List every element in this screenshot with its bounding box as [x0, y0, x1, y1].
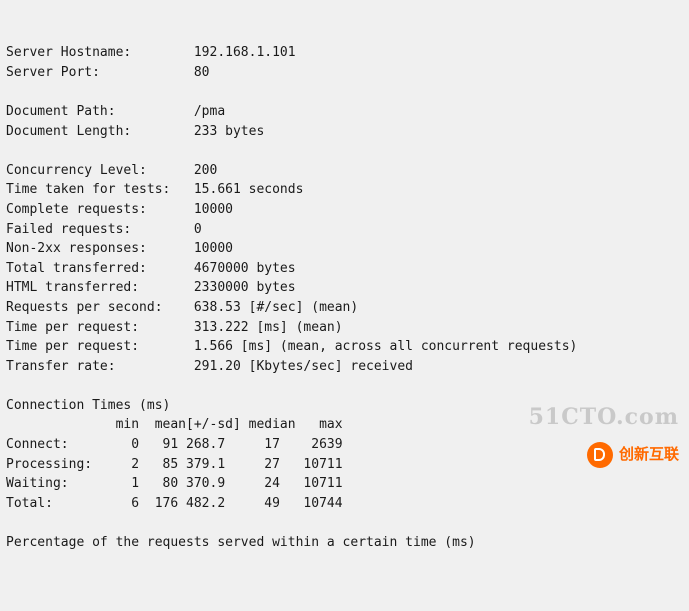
terminal-line: Connection Times (ms): [6, 397, 171, 413]
terminal-line: Time per request: 1.566 [ms] (mean, acro…: [6, 339, 578, 355]
terminal-line: Non-2xx responses: 10000: [6, 241, 233, 257]
terminal-line: Complete requests: 10000: [6, 201, 233, 217]
terminal-line: Server Port: 80: [6, 64, 210, 80]
terminal-line: Total transferred: 4670000 bytes: [6, 260, 296, 276]
terminal-output: Server Hostname: 192.168.1.101 Server Por…: [0, 0, 689, 550]
terminal-text-body: Server Hostname: 192.168.1.101 Server Por…: [6, 43, 689, 552]
terminal-line: Failed requests: 0: [6, 221, 202, 237]
terminal-line: Document Path: /pma: [6, 103, 226, 119]
terminal-line: Waiting: 1 80 370.9 24 10711: [6, 476, 343, 492]
terminal-line: Concurrency Level: 200: [6, 162, 218, 178]
terminal-line: Processing: 2 85 379.1 27 10711: [6, 456, 343, 472]
terminal-line: Time taken for tests: 15.661 seconds: [6, 182, 304, 198]
terminal-line: Connect: 0 91 268.7 17 2639: [6, 437, 343, 453]
terminal-line: Percentage of the requests served within…: [6, 535, 476, 551]
terminal-line: Time per request: 313.222 [ms] (mean): [6, 319, 343, 335]
terminal-line: Requests per second: 638.53 [#/sec] (mea…: [6, 299, 359, 315]
terminal-line: Transfer rate: 291.20 [Kbytes/sec] recei…: [6, 358, 413, 374]
terminal-line: Server Hostname: 192.168.1.101: [6, 45, 296, 61]
terminal-line: Document Length: 233 bytes: [6, 123, 265, 139]
terminal-line: HTML transferred: 2330000 bytes: [6, 280, 296, 296]
terminal-line: Total: 6 176 482.2 49 10744: [6, 495, 343, 511]
terminal-line: min mean[+/-sd] median max: [6, 417, 343, 433]
